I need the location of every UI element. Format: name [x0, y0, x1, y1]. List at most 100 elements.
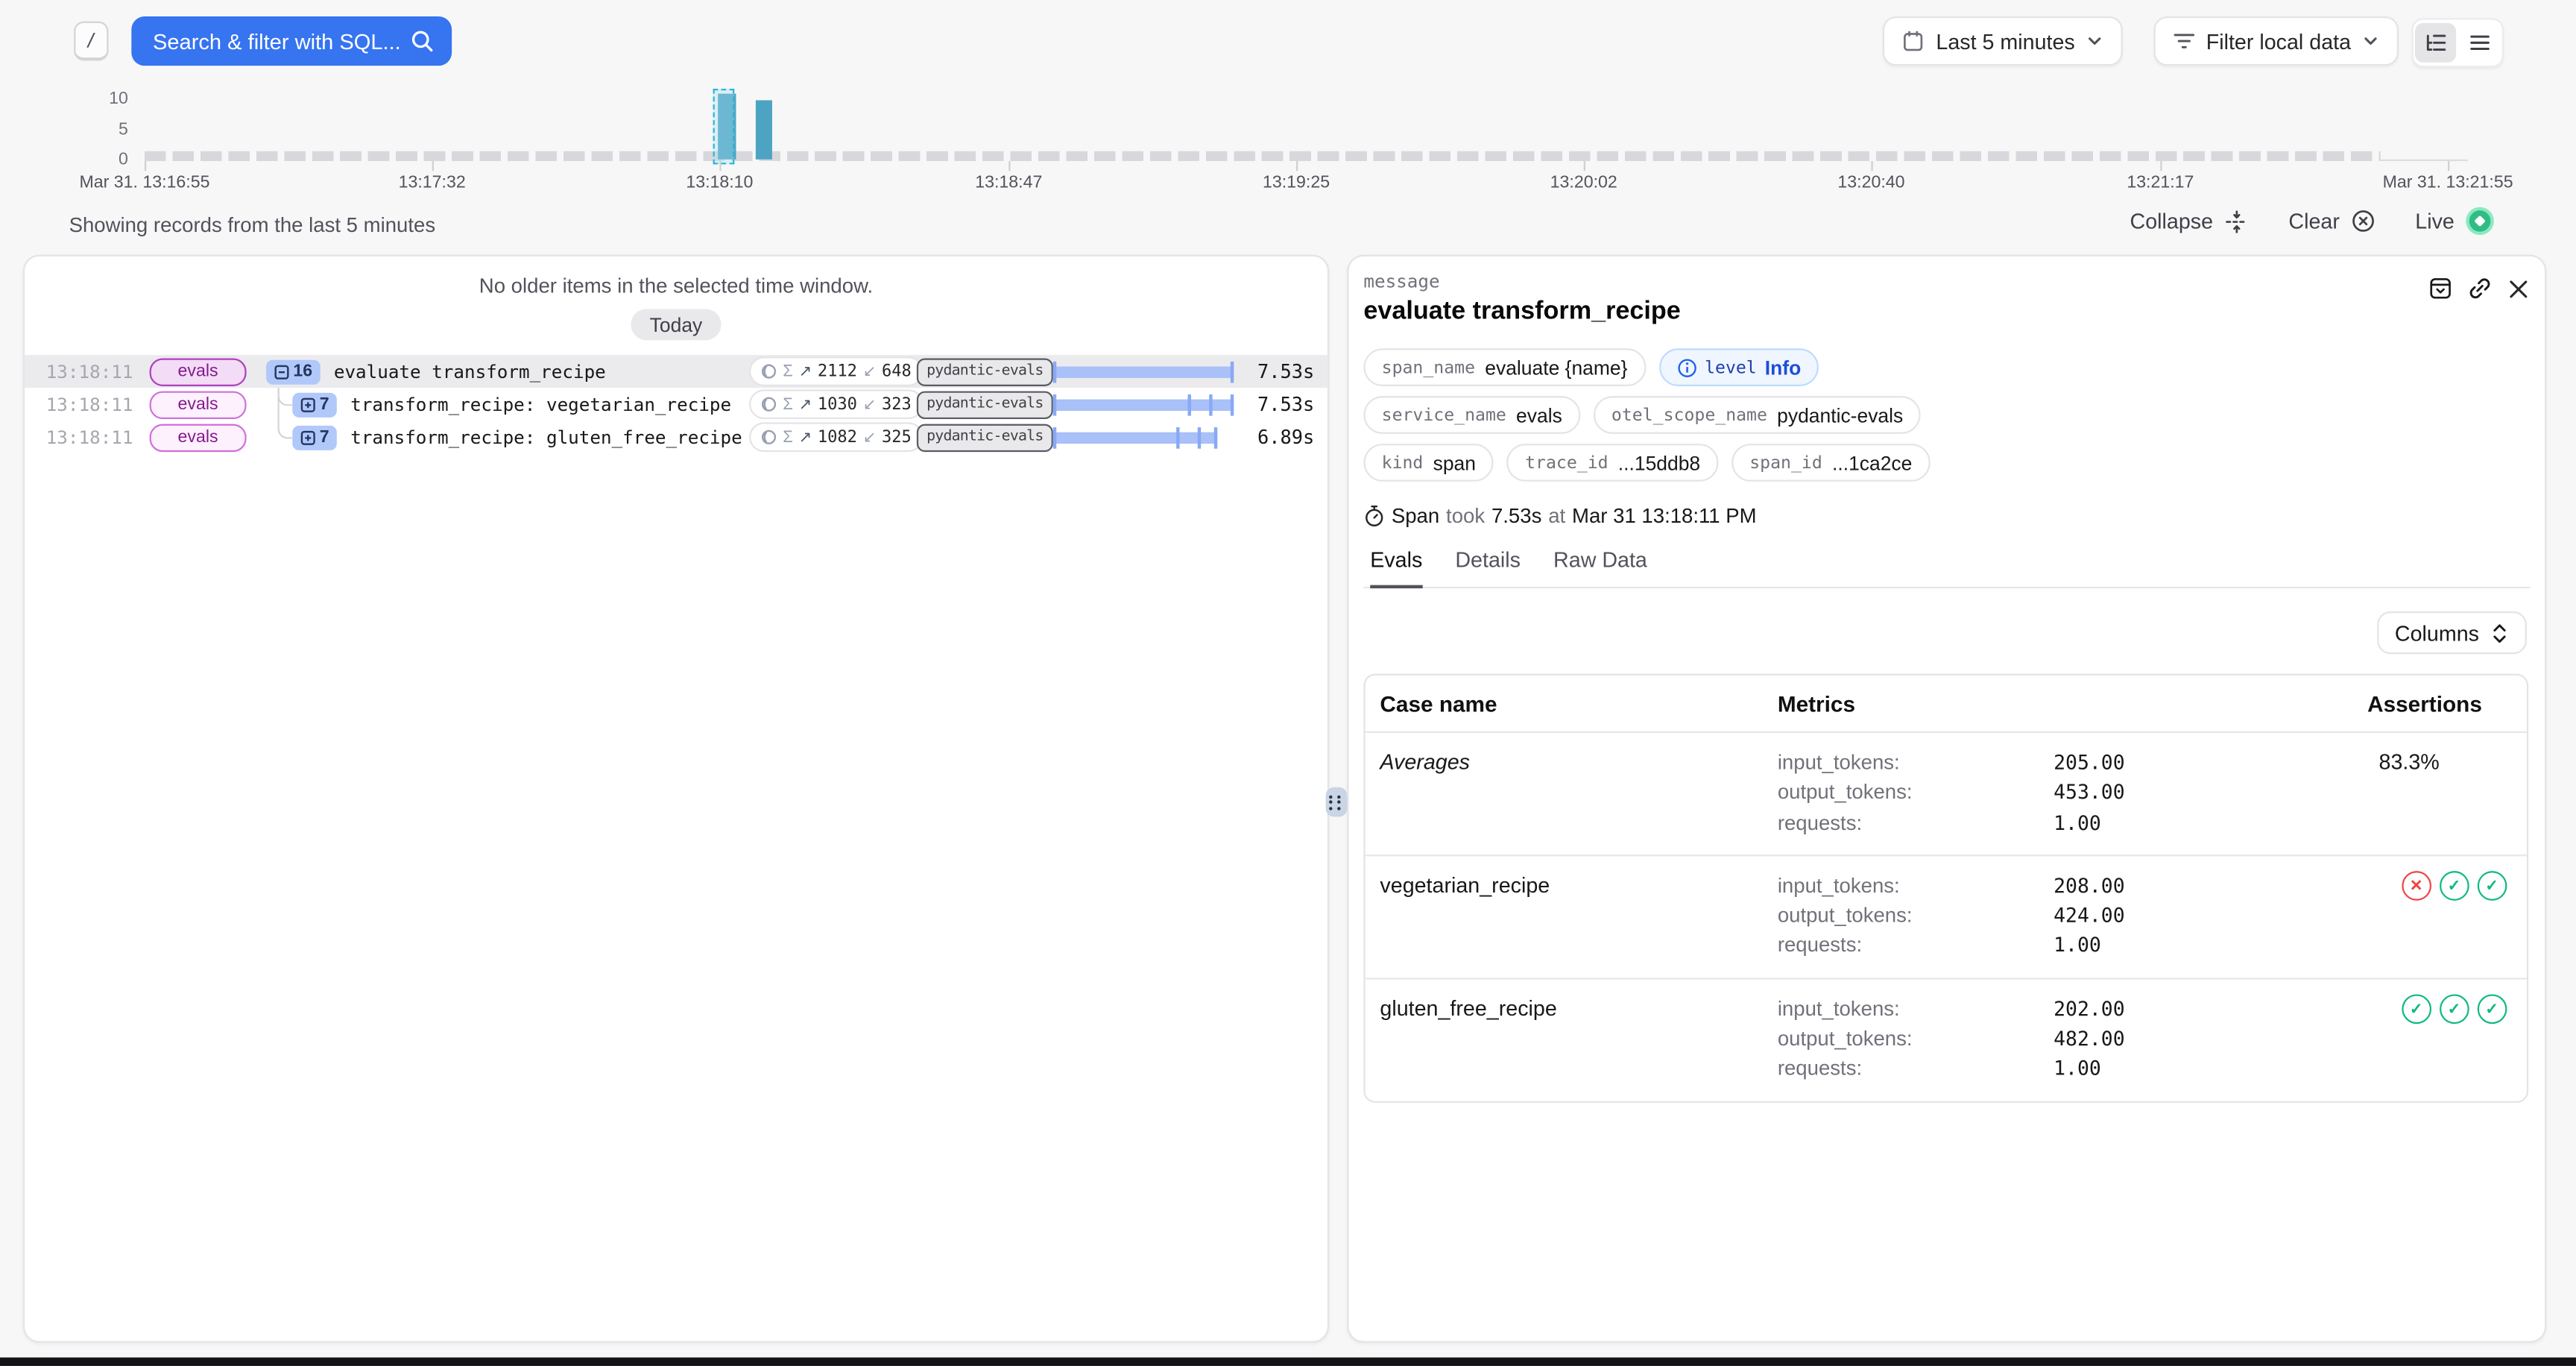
metric-value: 208.00 — [2053, 871, 2125, 901]
metric-label: requests: — [1778, 931, 2053, 961]
evals-table-row[interactable]: Averages input_tokens:205.00 output_toke… — [1366, 731, 2527, 854]
live-toggle[interactable]: Live — [2415, 207, 2493, 235]
service-name-pill: evals — [150, 424, 247, 451]
info-icon — [1677, 357, 1696, 377]
otel-scope-tag: pydantic-evals — [917, 390, 1053, 418]
tab-evals[interactable]: Evals — [1370, 547, 1422, 588]
trace-row[interactable]: 13:18:11 evals 16 evaluate transform_rec… — [25, 355, 1328, 388]
metric-label: requests: — [1778, 1054, 2053, 1084]
attribute-value: span — [1433, 451, 1476, 474]
otel-scope-tag: pydantic-evals — [917, 357, 1053, 385]
assertion-pass-icon: ✓ — [2439, 871, 2469, 901]
x-tick-label: Mar 31. 13:16:55 — [79, 172, 209, 192]
collapse-children-badge[interactable]: 16 — [266, 359, 321, 384]
search-placeholder: Search & filter with SQL... — [153, 29, 401, 54]
row-timestamp: 13:18:11 — [46, 394, 136, 415]
x-axis-tick — [1584, 161, 1586, 170]
metrics-cell: input_tokens:208.00 output_tokens:424.00… — [1778, 871, 2367, 961]
token-stats-pill[interactable]: Σ ↗ 1030 ↙ 323 — [749, 389, 923, 419]
panel-resize-handle[interactable] — [1325, 787, 1347, 817]
metric-value: 453.00 — [2053, 778, 2125, 808]
attribute-value: pydantic-evals — [1777, 403, 1903, 427]
attribute-pill[interactable]: kind span — [1363, 444, 1494, 482]
expand-children-badge[interactable]: 7 — [292, 392, 337, 417]
evals-table-row[interactable]: gluten_free_recipe input_tokens:202.00 o… — [1366, 978, 2527, 1101]
filter-label: Filter local data — [2206, 29, 2351, 54]
assertions-icons: ✕✓✓ — [2367, 871, 2527, 901]
timing-word: took — [1446, 505, 1485, 528]
level-pill[interactable]: level Info — [1658, 348, 1819, 386]
attribute-pill[interactable]: span_id ...1ca2ce — [1731, 444, 1931, 482]
attribute-key: span_id — [1749, 453, 1822, 472]
trace-row[interactable]: 13:18:11 evals 7 transform_recipe: veget… — [25, 388, 1328, 421]
attribute-pill[interactable]: service_name evals — [1363, 396, 1580, 434]
tab-details[interactable]: Details — [1455, 547, 1521, 587]
metric-label: output_tokens: — [1778, 1024, 2053, 1054]
service-name-pill: evals — [150, 357, 247, 385]
search-button[interactable]: Search & filter with SQL... — [131, 16, 452, 66]
trace-row[interactable]: 13:18:11 evals 7 transform_recipe: glute… — [25, 421, 1328, 453]
calendar-icon — [1903, 30, 1925, 53]
tokens-out-value: 648 — [882, 362, 912, 380]
x-axis-tick — [1008, 161, 1011, 170]
empty-window-notice: No older items in the selected time wind… — [25, 274, 1328, 298]
level-value: Info — [1765, 356, 1801, 379]
close-panel-button[interactable] — [2507, 276, 2530, 300]
time-range-button[interactable]: Last 5 minutes — [1884, 16, 2123, 66]
metrics-cell: input_tokens:205.00 output_tokens:453.00… — [1778, 748, 2367, 838]
y-tick-label: 0 — [92, 148, 127, 168]
x-axis-tick — [432, 161, 435, 170]
assertion-pass-icon: ✓ — [2439, 994, 2469, 1024]
attribute-pill[interactable]: otel_scope_name pydantic-evals — [1594, 396, 1922, 434]
collapse-button[interactable]: Collapse — [2130, 209, 2250, 233]
records-panel: No older items in the selected time wind… — [23, 255, 1329, 1343]
child-count: 16 — [293, 362, 312, 381]
tokens-coin-icon — [760, 396, 777, 412]
list-view-button[interactable] — [2460, 23, 2501, 63]
metric-value: 202.00 — [2053, 994, 2125, 1024]
duration-bar — [1053, 393, 1234, 416]
day-separator[interactable]: Today — [631, 309, 720, 340]
tree-view-button[interactable] — [2415, 23, 2456, 63]
token-stats-pill[interactable]: Σ ↗ 1082 ↙ 325 — [749, 422, 923, 452]
metrics-cell: input_tokens:202.00 output_tokens:482.00… — [1778, 994, 2367, 1084]
attribute-pill[interactable]: trace_id ...15ddb8 — [1507, 444, 1718, 482]
metric-label: input_tokens: — [1778, 994, 2053, 1024]
attribute-value: evals — [1516, 403, 1562, 427]
up-down-chevrons-icon — [2490, 622, 2508, 643]
tab-raw-data[interactable]: Raw Data — [1553, 547, 1647, 587]
tokens-in-value: 1030 — [818, 395, 857, 413]
expand-children-badge[interactable]: 7 — [292, 425, 337, 450]
timing-word: Span — [1392, 505, 1439, 528]
case-name: vegetarian_recipe — [1366, 871, 1778, 897]
x-tick-label: Mar 31. 13:21:55 — [2383, 172, 2513, 192]
time-range-label: Last 5 minutes — [1936, 29, 2074, 54]
span-detail-panel: message evaluate transform_recipe — [1347, 255, 2546, 1343]
topbar: / Search & filter with SQL... Last 5 min… — [0, 0, 2576, 82]
attribute-pill[interactable]: span_name evaluate {name} — [1363, 348, 1645, 386]
x-tick-label: 13:18:47 — [975, 172, 1042, 192]
filter-local-data-button[interactable]: Filter local data — [2153, 16, 2399, 66]
tokens-out-arrow-icon: ↙ — [863, 428, 877, 446]
minus-square-icon — [274, 364, 289, 379]
metric-value: 482.00 — [2053, 1024, 2125, 1054]
metric-label: input_tokens: — [1778, 871, 2053, 901]
status-row: Showing records from the last 5 minutes … — [0, 201, 2576, 250]
trace-rows: 13:18:11 evals 16 evaluate transform_rec… — [25, 355, 1328, 453]
token-stats-pill[interactable]: Σ ↗ 2112 ↙ 648 — [749, 356, 923, 386]
histogram-selection-overlay — [712, 89, 734, 164]
timeline-histogram: 10 5 0 Mar 31. 13:16:55 13:17:32 13:18:1… — [0, 82, 2576, 201]
columns-button[interactable]: Columns — [2377, 611, 2527, 654]
histogram-bar[interactable] — [755, 100, 772, 159]
open-in-view-button[interactable] — [2428, 276, 2453, 300]
timing-duration: 7.53s — [1491, 505, 1541, 528]
assertion-pass-icon: ✓ — [2477, 994, 2507, 1024]
case-name: Averages — [1366, 748, 1778, 774]
live-label: Live — [2415, 209, 2455, 233]
copy-link-button[interactable] — [2468, 276, 2493, 300]
case-name: gluten_free_recipe — [1366, 994, 1778, 1020]
tokens-coin-icon — [760, 363, 777, 380]
otel-scope-tag: pydantic-evals — [917, 424, 1053, 451]
evals-table-row[interactable]: vegetarian_recipe input_tokens:208.00 ou… — [1366, 854, 2527, 978]
clear-button[interactable]: Clear — [2288, 209, 2375, 233]
